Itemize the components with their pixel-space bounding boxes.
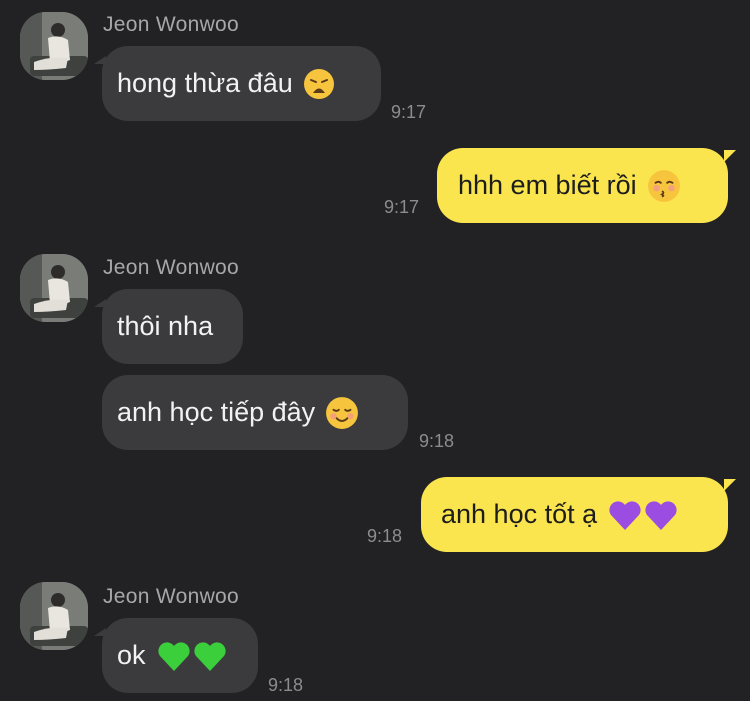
message-bubble-incoming[interactable]: anh học tiếp đây [102,375,408,450]
green-heart-emoji [156,638,228,674]
avatar-image [20,12,88,80]
message-bubble-outgoing[interactable]: anh học tốt ạ [421,477,736,552]
message-time: 9:17 [384,197,420,217]
message-text: thôi nha [117,311,214,341]
message-text: hong thừa đâu [117,68,293,98]
sender-name: Jeon Wonwoo [103,13,239,36]
avatar-image [20,582,88,650]
message-time: 9:17 [391,102,427,122]
sender-avatar[interactable] [20,582,88,650]
weary-face-emoji [303,68,335,100]
message-bubble-outgoing[interactable]: hhh em biết rồi [437,148,736,223]
message-time: 9:18 [419,431,455,451]
message-text: anh học tốt ạ [441,499,598,529]
kissing-face-emoji [647,169,681,203]
message-text: ok [117,640,146,670]
message-text: hhh em biết rồi [458,170,637,200]
sender-avatar[interactable] [20,12,88,80]
smiling-face-emoji [325,396,359,430]
message-bubble-incoming[interactable]: ok [94,618,258,693]
message-text: anh học tiếp đây [117,397,316,427]
message-time: 9:18 [367,526,403,546]
sender-name: Jeon Wonwoo [103,256,239,279]
avatar-image [20,254,88,322]
message-time: 9:18 [268,675,304,695]
sender-avatar[interactable] [20,254,88,322]
message-bubble-incoming[interactable]: thôi nha [94,289,243,364]
purple-heart-emoji [607,497,679,533]
sender-name: Jeon Wonwoo [103,585,239,608]
message-bubble-incoming[interactable]: hong thừa đâu [94,46,381,121]
